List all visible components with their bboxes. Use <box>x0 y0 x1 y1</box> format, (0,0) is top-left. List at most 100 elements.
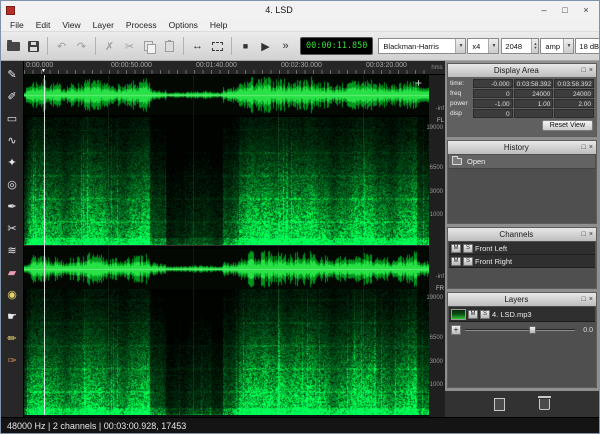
panel-header[interactable]: History □× <box>448 141 596 154</box>
add-button[interactable]: + <box>451 325 461 335</box>
close-panel-button[interactable]: × <box>589 144 593 151</box>
tool-icon: ◎ <box>7 178 17 191</box>
close-button[interactable]: × <box>580 5 592 15</box>
undo-button[interactable]: ↶ <box>52 36 71 56</box>
tool-icon: ▰ <box>8 266 16 279</box>
panel-header[interactable]: Layers □× <box>448 293 596 306</box>
freq-tick-label: 3000 <box>430 359 443 365</box>
float-panel-button[interactable]: □ <box>582 144 586 151</box>
chevron-down-icon: ▼ <box>455 39 465 53</box>
channel-row[interactable]: M S Front Right <box>449 255 595 268</box>
menu-item[interactable]: File <box>4 20 30 30</box>
tool-button[interactable]: ▰ <box>2 261 23 283</box>
channel-left-label: FL <box>437 118 444 124</box>
tool-icon: ✏ <box>7 332 16 345</box>
waveform-channel-left[interactable] <box>24 75 429 115</box>
tool-button[interactable]: ✒ <box>2 195 23 217</box>
window-function-select[interactable]: Blackman-Harris ▼ <box>378 38 466 54</box>
tool-button[interactable]: ◉ <box>2 283 23 305</box>
menu-item[interactable]: Options <box>163 20 204 30</box>
tool-button[interactable]: ✦ <box>2 151 23 173</box>
save-button[interactable] <box>24 36 43 56</box>
playhead-marker-icon[interactable]: ▼ <box>41 68 46 74</box>
folder-icon <box>452 158 462 165</box>
tool-icon: ∿ <box>7 134 16 147</box>
layers-list: M S 4. LSD.mp3 + 0.0 <box>448 306 596 387</box>
opacity-slider[interactable] <box>465 325 575 335</box>
playhead[interactable] <box>44 75 45 415</box>
float-panel-button[interactable]: □ <box>582 231 586 238</box>
float-panel-button[interactable]: □ <box>582 296 586 303</box>
open-button[interactable] <box>4 36 23 56</box>
play-button[interactable]: ▶ <box>256 36 275 56</box>
display-value: 0:03:58.392 <box>554 79 594 88</box>
tool-button[interactable]: ◎ <box>2 173 23 195</box>
titlebar[interactable]: 4. LSD – □ × <box>1 1 599 19</box>
float-panel-button[interactable]: □ <box>582 67 586 74</box>
delete-layer-button[interactable] <box>539 399 550 410</box>
menu-item[interactable]: Edit <box>30 20 57 30</box>
stop-icon: ■ <box>243 41 248 51</box>
menu-item[interactable]: Process <box>120 20 163 30</box>
move-tool-button[interactable]: ↔ <box>188 36 207 56</box>
solo-button[interactable]: S <box>480 310 490 319</box>
delete-button[interactable]: ✗ <box>100 36 119 56</box>
tool-button[interactable]: ✂ <box>2 217 23 239</box>
selection-tool-button[interactable] <box>208 36 227 56</box>
slider-track[interactable] <box>465 329 575 331</box>
panel-title: Layers <box>451 295 582 304</box>
skip-button[interactable]: » <box>276 36 295 56</box>
spectrogram-channel-right[interactable] <box>24 289 429 415</box>
mute-button[interactable]: M <box>451 257 461 266</box>
waveform-channel-right[interactable] <box>24 249 429 289</box>
close-panel-button[interactable]: × <box>589 231 593 238</box>
cut-button[interactable]: ✂ <box>120 36 139 56</box>
pan-control-icon[interactable]: + <box>412 77 425 90</box>
tool-button[interactable]: ✐ <box>2 85 23 107</box>
mute-button[interactable]: M <box>451 244 461 253</box>
panel-header[interactable]: Display Area □× <box>448 64 596 77</box>
minimize-button[interactable]: – <box>538 5 550 15</box>
tool-button[interactable]: ✑ <box>2 349 23 371</box>
tool-button[interactable]: ▭ <box>2 107 23 129</box>
solo-button[interactable]: S <box>463 257 473 266</box>
solo-button[interactable]: S <box>463 244 473 253</box>
redo-button[interactable]: ↷ <box>72 36 91 56</box>
reset-view-button[interactable]: Reset View <box>542 120 593 131</box>
paste-button[interactable] <box>160 36 179 56</box>
playhead-time-display[interactable]: 00:00:11.850 <box>300 37 373 55</box>
new-layer-button[interactable] <box>494 398 505 411</box>
tool-button[interactable]: ≋ <box>2 239 23 261</box>
channel-row[interactable]: M S Front Left <box>449 242 595 255</box>
time-ruler-label: 00:00:50.000 <box>111 62 152 69</box>
close-panel-button[interactable]: × <box>589 67 593 74</box>
multiplier-select[interactable]: x4 ▼ <box>467 38 499 54</box>
tool-icon: ✎ <box>7 68 16 81</box>
menu-item[interactable]: Layer <box>87 20 120 30</box>
history-item[interactable]: Open <box>449 155 595 169</box>
spectrogram-channel-left[interactable] <box>24 117 429 245</box>
menu-item[interactable]: View <box>56 20 86 30</box>
toolbar: ↶ ↷ ✗ ✂ ↔ ■ ▶ » 00:00:11.850 Blackman-Ha… <box>1 32 599 61</box>
close-panel-button[interactable]: × <box>589 296 593 303</box>
tool-button[interactable]: ✏ <box>2 327 23 349</box>
amp-scale-select[interactable]: amp ▼ <box>540 38 574 54</box>
maximize-button[interactable]: □ <box>559 5 571 15</box>
display-area-body: time: -0.000 0:03:58.392 0:03:58.392 fre… <box>448 77 596 135</box>
panel-title: Channels <box>451 230 582 239</box>
spinner-arrows-icon[interactable]: ▲▼ <box>531 39 538 53</box>
layer-row[interactable]: M S 4. LSD.mp3 <box>449 307 595 322</box>
fft-size-input[interactable]: 2048 ▲▼ <box>501 38 539 54</box>
gain-input[interactable]: 18 dB ▲▼ <box>575 38 600 54</box>
stop-button[interactable]: ■ <box>236 36 255 56</box>
slider-handle[interactable] <box>529 326 536 334</box>
mute-button[interactable]: M <box>468 310 478 319</box>
panel-header[interactable]: Channels □× <box>448 228 596 241</box>
menu-item[interactable]: Help <box>204 20 233 30</box>
tool-button[interactable]: ∿ <box>2 129 23 151</box>
tool-button[interactable]: ☛ <box>2 305 23 327</box>
tool-button[interactable]: ✎ <box>2 63 23 85</box>
copy-button[interactable] <box>140 36 159 56</box>
layer-name: 4. LSD.mp3 <box>492 310 532 319</box>
time-ruler[interactable]: 0:00.000 00:00:50.000 00:01:40.000 00:02… <box>24 61 429 75</box>
